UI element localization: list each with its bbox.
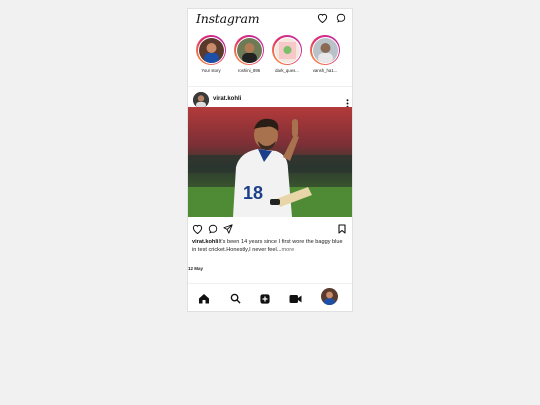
reels-icon[interactable] (289, 291, 302, 309)
comment-icon[interactable] (208, 221, 218, 239)
save-icon[interactable] (338, 221, 346, 239)
post-actions (188, 221, 352, 235)
avatar (312, 37, 338, 63)
post-avatar[interactable] (193, 92, 209, 108)
story-your-story[interactable]: Your story (192, 35, 230, 73)
story-ring (196, 35, 226, 65)
divider (188, 86, 352, 87)
caption-username[interactable]: virat.kohli (192, 239, 218, 245)
bottom-nav-bar (188, 283, 352, 311)
post-username[interactable]: virat.kohli (213, 96, 241, 102)
post-date: 12 May (188, 266, 204, 271)
heart-icon[interactable] (317, 13, 328, 23)
story-ring (272, 35, 302, 65)
top-bar: Instagram (188, 9, 352, 31)
like-icon[interactable] (192, 221, 203, 239)
add-post-icon[interactable] (260, 291, 270, 309)
svg-text:18: 18 (243, 183, 263, 203)
story-label: dark_ques... (275, 68, 299, 73)
story-dark-ques[interactable]: dark_ques... (268, 35, 306, 73)
story-label: Your story (201, 68, 221, 73)
share-icon[interactable] (223, 221, 233, 239)
story-roshini[interactable]: roshini_896 (230, 35, 268, 73)
story-label: vansh_ha1... (312, 68, 338, 73)
story-label: roshini_896 (237, 68, 261, 73)
avatar (236, 37, 262, 63)
avatar (274, 37, 300, 63)
instagram-logo[interactable]: Instagram (196, 11, 260, 26)
stories-row: Your story roshini_896 dark_ques... vans… (188, 35, 352, 85)
messenger-icon[interactable] (336, 13, 346, 23)
post-caption: virat.kohliIt's been 14 years since I fi… (192, 238, 348, 254)
instagram-feed-screen: Instagram Your story roshini_896 dark_qu… (187, 8, 353, 312)
caption-more-link[interactable]: more (281, 247, 294, 253)
story-ring (234, 35, 264, 65)
profile-avatar[interactable] (321, 288, 338, 305)
post-image[interactable]: 18 (188, 107, 352, 217)
home-icon[interactable] (198, 291, 210, 309)
story-vansh[interactable]: vansh_ha1... (306, 35, 344, 73)
avatar (198, 37, 224, 63)
story-ring (310, 35, 340, 65)
search-icon[interactable] (230, 291, 241, 309)
